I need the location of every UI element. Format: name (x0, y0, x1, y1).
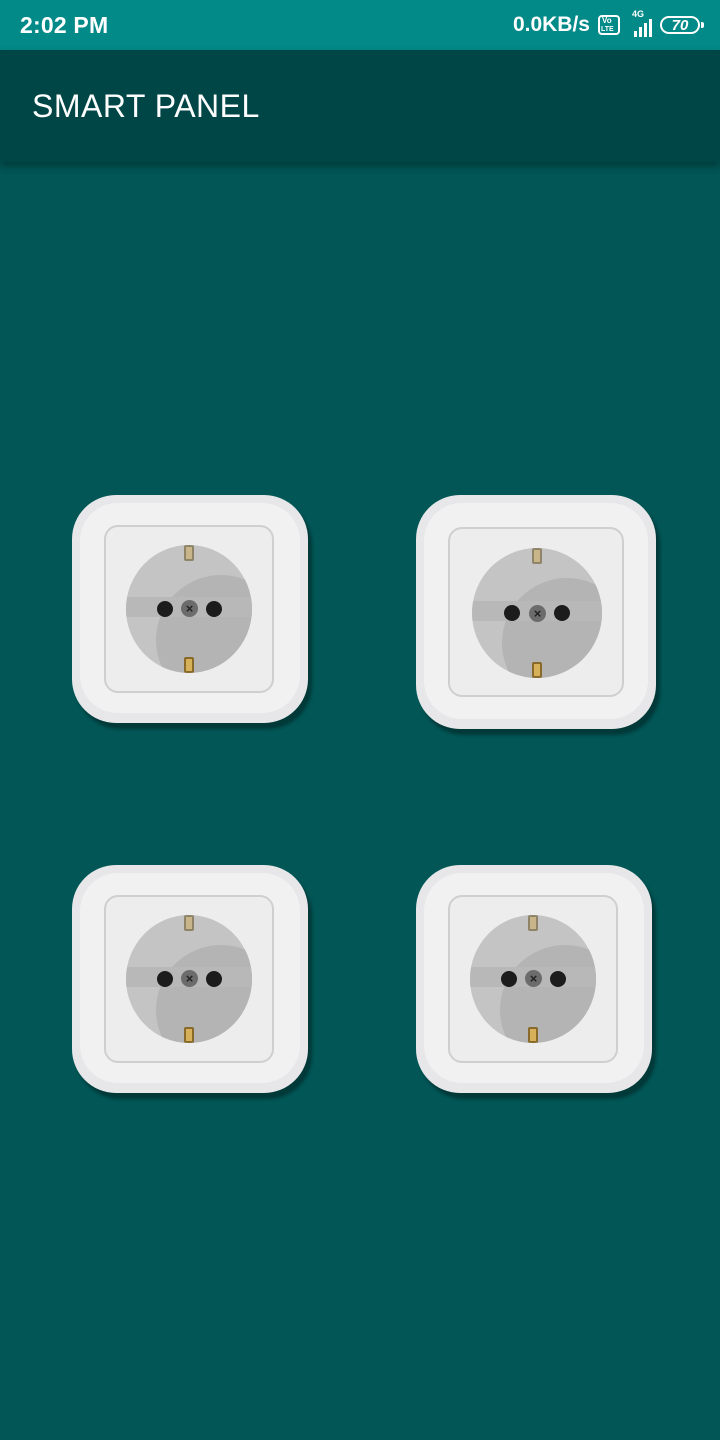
battery-icon: 70 (660, 16, 704, 34)
socket-2-button[interactable]: × (416, 495, 656, 729)
power-socket-icon: × (126, 915, 252, 1043)
signal-icon: 4G (628, 9, 652, 37)
status-icons: 0.0KB/s 4G 70 (512, 9, 704, 37)
power-socket-icon: × (470, 915, 596, 1043)
socket-1-button[interactable]: × (72, 495, 308, 723)
volte-icon (598, 15, 620, 35)
status-time: 2:02 PM (20, 11, 109, 38)
power-socket-icon: × (126, 545, 252, 673)
power-socket-icon: × (472, 548, 602, 678)
network-speed: 0.0KB/s (512, 13, 590, 36)
socket-4-button[interactable]: × (416, 865, 652, 1093)
page-title: SMART PANEL (32, 87, 260, 124)
status-bar: 2:02 PM 0.0KB/s 4G 70 (0, 0, 720, 50)
network-type: 4G (632, 9, 645, 19)
app-bar: SMART PANEL (0, 50, 720, 162)
battery-level: 70 (671, 16, 689, 34)
socket-3-button[interactable]: × (72, 865, 308, 1093)
